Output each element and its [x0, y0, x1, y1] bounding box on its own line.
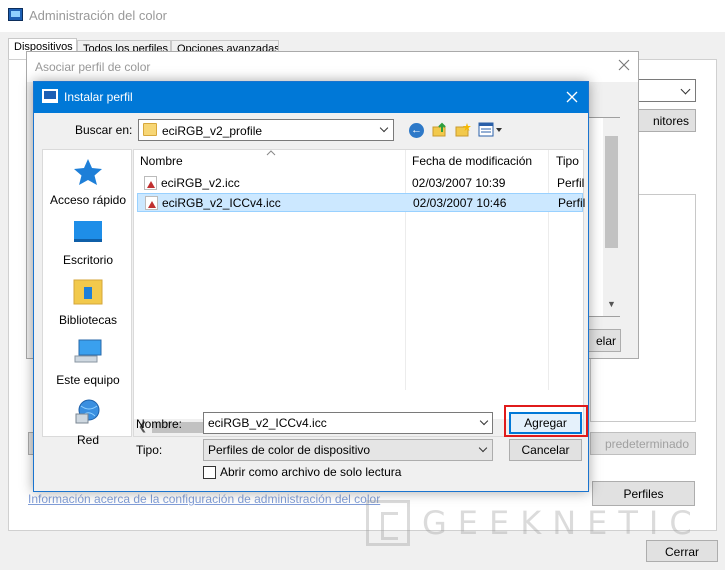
file-date: 02/03/2007 10:39 — [412, 176, 506, 190]
file-list[interactable]: Nombre Fecha de modificación Tipo eciRGB… — [133, 149, 586, 437]
main-titlebar: Administración del color — [0, 0, 725, 32]
place-libraries[interactable]: Bibliotecas — [43, 278, 133, 327]
up-folder-icon[interactable] — [432, 122, 448, 138]
look-in-label: Buscar en: — [75, 123, 133, 137]
watermark-icon — [366, 500, 410, 546]
place-label: Escritorio — [62, 253, 113, 267]
icc-profile-icon — [145, 196, 158, 210]
monitor-icon — [42, 89, 58, 103]
file-type-label: Tipo: — [136, 443, 163, 457]
close-icon[interactable] — [616, 57, 632, 73]
list-header: Nombre Fecha de modificación Tipo — [134, 150, 583, 172]
file-date: 02/03/2007 10:46 — [413, 196, 507, 210]
network-globe-icon — [75, 399, 100, 424]
readonly-checkbox[interactable] — [203, 466, 216, 479]
file-type: Perfil — [558, 196, 586, 210]
chevron-down-icon[interactable] — [479, 416, 489, 426]
readonly-label[interactable]: Abrir como archivo de solo lectura — [220, 465, 401, 479]
look-in-value: eciRGB_v2_profile — [162, 124, 263, 138]
scroll-down-arrow[interactable]: ▼ — [603, 299, 620, 315]
watermark-logo: GEEKNETIC — [366, 500, 706, 546]
place-network[interactable]: Red — [43, 398, 133, 447]
place-label: Bibliotecas — [58, 313, 118, 327]
watermark-text: GEEKNETIC — [422, 504, 703, 542]
close-icon[interactable] — [564, 89, 580, 105]
file-row-selected[interactable]: eciRGB_v2_ICCv4.icc 02/03/2007 10:46 Per… — [137, 193, 586, 212]
file-name: eciRGB_v2_ICCv4.icc — [162, 196, 281, 210]
places-bar: Acceso rápido Escritorio Bibliotecas Est… — [42, 149, 133, 447]
desktop-icon — [74, 221, 102, 242]
associate-cancel-button[interactable]: elar — [585, 329, 621, 352]
place-desktop[interactable]: Escritorio — [43, 218, 133, 267]
file-type: Perfil — [557, 176, 585, 190]
place-this-pc[interactable]: Este equipo — [43, 338, 133, 387]
install-dialog-title: Instalar perfil — [64, 90, 133, 104]
file-type-value: Perfiles de color de dispositivo — [208, 443, 371, 457]
install-titlebar: Instalar perfil — [34, 82, 588, 113]
file-type-select[interactable]: Perfiles de color de dispositivo — [203, 439, 493, 461]
file-name-label: Nombre: — [136, 417, 183, 431]
associate-titlebar: Asociar perfil de color — [27, 52, 638, 82]
associate-window-title: Asociar perfil de color — [35, 60, 151, 74]
column-date-header[interactable]: Fecha de modificación — [412, 154, 532, 168]
folder-icon — [143, 123, 157, 136]
color-management-icon — [8, 8, 23, 21]
column-type-header[interactable]: Tipo — [556, 154, 579, 168]
place-label: Este equipo — [56, 373, 120, 387]
add-button[interactable]: Agregar — [509, 412, 582, 434]
column-name-header[interactable]: Nombre — [140, 154, 183, 168]
chevron-down-icon — [379, 123, 389, 133]
view-menu-icon[interactable] — [478, 122, 504, 138]
scrollbar-thumb[interactable] — [605, 136, 618, 248]
back-arrow-icon[interactable]: ← — [409, 123, 424, 138]
place-label: Red — [76, 433, 99, 447]
libraries-icon — [73, 279, 103, 305]
cancel-button[interactable]: Cancelar — [509, 439, 582, 461]
chevron-down-icon — [478, 443, 488, 453]
sort-ascending-icon — [266, 150, 276, 156]
file-name-combobox[interactable]: eciRGB_v2_ICCv4.icc — [203, 412, 493, 434]
install-profile-dialog: Instalar perfil Buscar en: eciRGB_v2_pro… — [33, 81, 589, 492]
star-icon — [74, 159, 102, 185]
place-label: Acceso rápido — [49, 193, 127, 207]
set-default-profile-button[interactable]: predeterminado — [590, 432, 696, 455]
place-quick-access[interactable]: Acceso rápido — [43, 158, 133, 207]
file-name-value[interactable]: eciRGB_v2_ICCv4.icc — [208, 416, 327, 430]
file-name: eciRGB_v2.icc — [161, 176, 240, 190]
icc-profile-icon — [144, 176, 157, 190]
new-folder-icon[interactable] — [455, 122, 471, 138]
file-row[interactable]: eciRGB_v2.icc 02/03/2007 10:39 Perfil — [137, 174, 585, 193]
computer-icon — [74, 339, 102, 363]
look-in-combobox[interactable]: eciRGB_v2_profile — [138, 119, 394, 141]
color-info-link[interactable]: Información acerca de la configuración d… — [28, 492, 380, 506]
main-window-title: Administración del color — [29, 8, 168, 23]
